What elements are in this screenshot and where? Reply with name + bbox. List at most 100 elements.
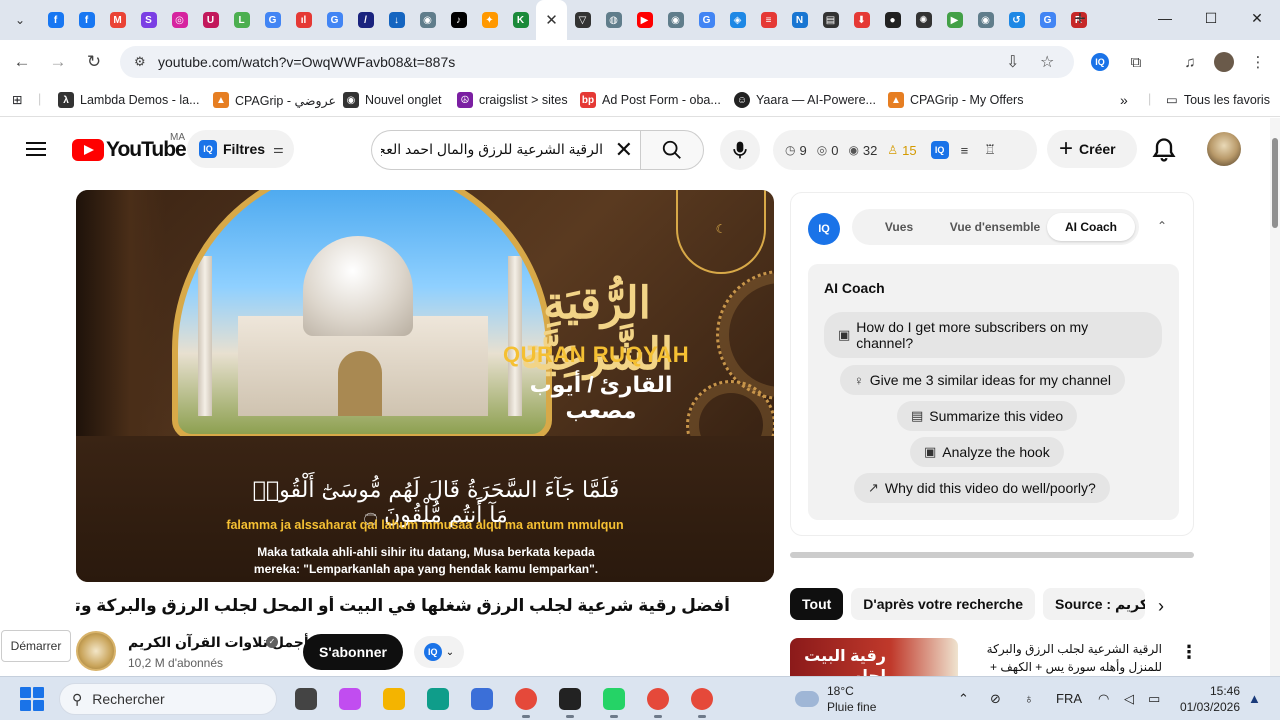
microphone-icon[interactable]: ♁ <box>1024 691 1034 706</box>
bars-tab-icon[interactable]: ≡ <box>753 0 784 40</box>
filtres-button[interactable]: IQ Filtres ⚌ <box>187 130 294 168</box>
chrome-tab-icon-3[interactable]: ◉ <box>970 0 1001 40</box>
play-tab-icon[interactable]: ▶ <box>939 0 970 40</box>
file-explorer-taskbar-icon[interactable] <box>372 683 416 715</box>
weather-widget[interactable]: 18°C Pluie fine <box>795 683 876 715</box>
suggestion-button[interactable]: ▤ Summarize this video <box>897 401 1078 431</box>
address-bar[interactable]: ⚙ youtube.com/watch?v=OwqWWFavb08&t=887s… <box>120 46 1074 78</box>
chevron-up-icon[interactable]: ⌃ <box>1157 219 1167 233</box>
s-tab-icon[interactable]: S <box>133 0 164 40</box>
video-player[interactable]: ☾ الرُّقيَةِ الشَّرعِيَّة QURAN RUQYAH ا… <box>76 190 774 582</box>
trophy-icon[interactable]: ♖ <box>984 142 996 158</box>
taskbar-clock[interactable]: 15:46 01/03/2026 <box>1176 683 1240 715</box>
channel-name[interactable]: أجمل تلاوات القرآن الكريم <box>128 634 309 651</box>
slash-tab-icon[interactable]: / <box>350 0 381 40</box>
chrome-profile-taskbar-icon-2[interactable] <box>680 683 724 718</box>
channel-avatar[interactable] <box>76 631 116 671</box>
copilot-taskbar-icon[interactable] <box>328 683 372 715</box>
bookmark-item[interactable]: bp Ad Post Form - oba... <box>580 92 721 108</box>
extensions-icon[interactable]: ⧉ <box>1124 50 1148 74</box>
notifications-bell-icon[interactable] <box>1150 136 1178 164</box>
chevron-right-icon[interactable]: › <box>1158 596 1164 617</box>
search-button[interactable] <box>640 130 704 170</box>
wifi-icon[interactable]: ◠ <box>1098 691 1109 707</box>
u-tab-icon[interactable]: U <box>195 0 226 40</box>
chip-tout[interactable]: Tout <box>790 588 844 620</box>
globe-tab-icon[interactable]: ◍ <box>598 0 629 40</box>
chrome-tab-icon-2[interactable]: ◉ <box>660 0 691 40</box>
instagram-tab-icon[interactable]: ◎ <box>164 0 195 40</box>
related-video-thumbnail[interactable]: رقية البيت لجلب <box>790 638 958 678</box>
edge-taskbar-icon[interactable] <box>416 683 460 715</box>
active-tab[interactable]: ✕ <box>536 0 567 40</box>
url-text[interactable]: youtube.com/watch?v=OwqWWFavb08&t=887s <box>158 54 455 70</box>
download-tab-icon[interactable]: ↓ <box>381 0 412 40</box>
bookmark-item[interactable]: ▲ CPAGrip - My Offers <box>888 92 1023 108</box>
all-bookmarks-button[interactable]: ▭ Tous les favoris <box>1166 92 1270 108</box>
puzzle-tab-icon[interactable]: ✦ <box>474 0 505 40</box>
bookmark-item[interactable]: ◉ Nouvel onglet <box>343 92 441 108</box>
suggestion-button[interactable]: ▣ Analyze the hook <box>910 437 1064 467</box>
taskbar-search-input[interactable]: ⚲ Rechercher <box>59 683 277 715</box>
n-tab-icon[interactable]: N <box>784 0 815 40</box>
new-tab-button[interactable]: + <box>1068 8 1092 32</box>
profile-avatar[interactable] <box>1212 50 1236 74</box>
gmail-tab-icon[interactable]: M <box>102 0 133 40</box>
bookmark-item[interactable]: λ Lambda Demos - la... <box>58 92 200 108</box>
tab-vues[interactable]: Vues <box>856 213 942 241</box>
print-tab-icon[interactable]: ▤ <box>815 0 846 40</box>
google-tab-icon-3[interactable]: G <box>691 0 722 40</box>
list-icon[interactable]: ≡ <box>961 143 969 158</box>
chrome-profile-taskbar-icon[interactable] <box>636 683 680 718</box>
suggestion-button[interactable]: ♀ Give me 3 similar ideas for my channel <box>840 365 1125 395</box>
bookmarks-overflow-button[interactable]: » <box>1120 92 1128 108</box>
google-tab-icon-2[interactable]: G <box>319 0 350 40</box>
page-scrollbar[interactable] <box>1270 118 1280 678</box>
close-tab-icon[interactable]: ✕ <box>545 11 558 29</box>
circle-tab-icon[interactable]: ● <box>877 0 908 40</box>
tab-search-button[interactable]: ⌄ <box>8 8 32 32</box>
install-app-icon[interactable]: ⇩ <box>1006 52 1019 72</box>
minimize-button[interactable]: — <box>1142 0 1188 36</box>
vidiq-dropdown-button[interactable]: IQ ⌄ <box>414 636 464 668</box>
volume-icon[interactable]: ◁ <box>1124 691 1134 707</box>
chrome-tab-icon[interactable]: ◉ <box>412 0 443 40</box>
tab-vue-ensemble[interactable]: Vue d'ensemble <box>944 213 1046 241</box>
search-input[interactable]: الرقية الشرعية للرزق والمال احمد العجمي … <box>371 130 641 170</box>
whatsapp-taskbar-icon[interactable] <box>592 683 636 718</box>
bookmark-item[interactable]: ▲ CPAGrip - عروضي <box>213 92 336 108</box>
facebook-tab-icon[interactable]: f <box>40 0 71 40</box>
chip-source[interactable]: Source : القرآن الكريم <box>1043 588 1146 620</box>
facebook-tab-icon-2[interactable]: f <box>71 0 102 40</box>
tiktok-tab-icon[interactable]: ♪ <box>443 0 474 40</box>
google-tab-icon[interactable]: G <box>257 0 288 40</box>
youtube-tab-icon[interactable]: ▶ <box>629 0 660 40</box>
location-off-icon[interactable]: ⊘ <box>990 691 1001 707</box>
close-window-button[interactable]: ✕ <box>1234 0 1280 36</box>
tray-overflow-icon[interactable]: ⌃ <box>958 691 969 707</box>
chrome-taskbar-icon[interactable] <box>504 683 548 718</box>
bookmark-item[interactable]: ☮ craigslist > sites <box>457 92 568 108</box>
guide-menu-icon[interactable] <box>24 138 48 162</box>
more-options-icon[interactable]: ⋮ <box>1180 642 1198 663</box>
l-tab-icon[interactable]: L <box>226 0 257 40</box>
create-button[interactable]: + Créer <box>1047 130 1137 168</box>
bookmark-item[interactable]: ☺ Yaara — AI-Powere... <box>734 92 876 108</box>
clear-search-icon[interactable]: ✕ <box>615 137 633 163</box>
back-button[interactable]: ← <box>10 50 34 74</box>
reload-button[interactable]: ↻ <box>82 50 106 74</box>
panel-scrollbar[interactable] <box>790 552 1194 558</box>
app-taskbar-icon[interactable] <box>548 683 592 718</box>
store-taskbar-icon[interactable] <box>460 683 504 715</box>
suggestion-button[interactable]: ↗ Why did this video do well/poorly? <box>854 473 1110 503</box>
media-controls-icon[interactable]: ♫ <box>1178 50 1202 74</box>
windows-start-icon[interactable] <box>20 687 44 711</box>
compass-tab-icon[interactable]: ◈ <box>722 0 753 40</box>
google-tab-icon-4[interactable]: G <box>1032 0 1063 40</box>
search-query-text[interactable]: الرقية الشرعية للرزق والمال احمد العجمي <box>381 141 603 158</box>
chip-recherche[interactable]: D'après votre recherche <box>851 588 1036 620</box>
extension-iq-icon[interactable]: IQ <box>1088 50 1112 74</box>
vidiq-stats-pill[interactable]: ◷ 9 ◎ 0 ◉ 32 ♙ 15 IQ ≡ ♖ <box>773 130 1037 170</box>
browser-menu-icon[interactable]: ⋮ <box>1246 50 1270 74</box>
tab-ai-coach[interactable]: AI Coach <box>1047 213 1135 241</box>
